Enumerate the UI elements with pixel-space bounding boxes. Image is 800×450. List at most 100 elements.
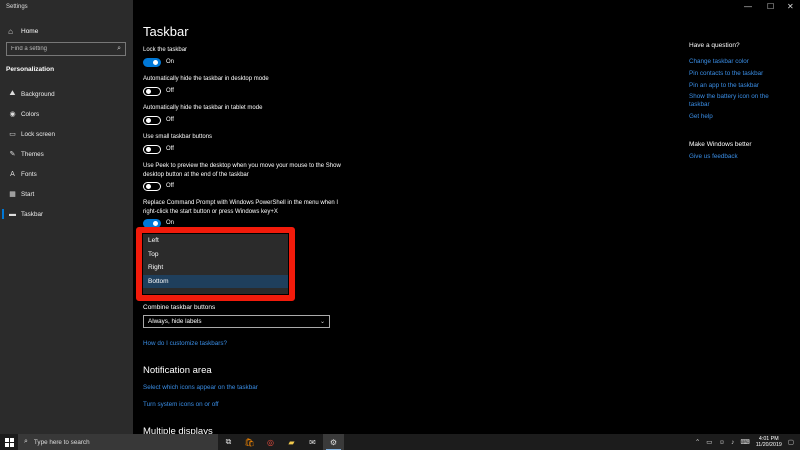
help-link-contacts[interactable]: Pin contacts to the taskbar [689, 70, 789, 78]
maximize-button[interactable]: ☐ [767, 2, 774, 11]
toggle-state: Off [166, 88, 174, 94]
file-explorer-button[interactable]: ▰ [281, 434, 302, 450]
page-title: Taskbar [143, 24, 189, 39]
sidebar-item-label: Taskbar [21, 210, 44, 218]
help-link-get-help[interactable]: Get help [689, 113, 789, 121]
system-icons-link[interactable]: Turn system icons on or off [143, 401, 219, 408]
autohide-tablet-toggle-row: Off [143, 115, 174, 125]
customize-taskbars-link[interactable]: How do I customize taskbars? [143, 340, 227, 347]
taskbar-search-text: Type here to search [33, 438, 90, 446]
taskbar-icon: ▬ [9, 210, 16, 218]
sidebar-item-taskbar[interactable]: ▬ Taskbar [0, 207, 133, 221]
setting-label: Automatically hide the taskbar in deskto… [143, 76, 269, 82]
home-icon: ⌂ [8, 26, 13, 36]
search-icon[interactable]: ⌕ [117, 45, 121, 53]
start-button[interactable] [0, 434, 18, 450]
gear-icon: ⚙ [329, 437, 338, 447]
autohide-tablet-toggle[interactable] [143, 115, 161, 125]
sidebar-item-label: Colors [21, 110, 40, 118]
autohide-desktop-toggle-row: Off [143, 86, 174, 96]
peek-toggle[interactable] [143, 181, 161, 191]
sidebar-item-label: Fonts [21, 170, 37, 178]
dropdown-option-left[interactable]: Left [143, 234, 288, 248]
dropdown-option-bottom[interactable]: Bottom [143, 274, 288, 288]
autohide-desktop-toggle[interactable] [143, 86, 161, 96]
keyboard-icon[interactable]: ⌨ [740, 438, 749, 446]
window-title: Settings [6, 4, 28, 10]
setting-label: Lock the taskbar [143, 47, 188, 53]
dropdown-option-right[interactable]: Right [143, 261, 288, 275]
clock-date: 11/20/2019 [755, 442, 782, 448]
search-icon: ⌕ [24, 438, 28, 445]
close-button[interactable]: ✕ [787, 2, 794, 11]
home-label: Home [21, 27, 39, 35]
mail-icon: ✉ [309, 437, 316, 447]
network-icon[interactable]: ▭ [706, 438, 712, 446]
mail-button[interactable]: ✉ [302, 434, 323, 450]
chevron-down-icon: ⌄ [319, 319, 325, 325]
select-icons-link[interactable]: Select which icons appear on the taskbar [143, 384, 258, 391]
feedback-link[interactable]: Give us feedback [689, 153, 789, 161]
combine-buttons-label: Combine taskbar buttons [143, 304, 216, 311]
help-link-battery[interactable]: Show the battery icon on the taskbar [689, 93, 789, 109]
help-link-color[interactable]: Change taskbar color [689, 58, 789, 66]
font-icon: A [10, 170, 15, 178]
sidebar-item-label: Lock screen [21, 130, 55, 138]
combine-buttons-dropdown[interactable]: Always, hide labels ⌄ [143, 315, 330, 328]
palette-icon: ◉ [9, 111, 16, 118]
help-heading: Have a question? [689, 42, 740, 49]
setting-label: Replace Command Prompt with Windows Powe… [143, 200, 339, 215]
notification-area-heading: Notification area [143, 365, 212, 376]
store-button[interactable]: 🛍 [239, 434, 260, 450]
people-icon[interactable]: ☺ [718, 439, 725, 446]
sidebar-item-themes[interactable]: ✎ Themes [0, 147, 133, 161]
system-tray: ⌃ ▭ ☺ ♪ ⌨ 4:01 PM 11/20/2019 ▢ [695, 434, 794, 450]
setting-label: Automatically hide the taskbar in tablet… [143, 105, 263, 111]
minimize-button[interactable]: — [744, 2, 752, 11]
volume-icon[interactable]: ♪ [731, 439, 734, 446]
toggle-state: Off [166, 183, 174, 189]
dropdown-option-top[interactable]: Top [143, 248, 288, 262]
toggle-state: On [166, 220, 175, 226]
sidebar: Settings ⌂ Home ⌕ Personalization ⛰ Back… [0, 0, 133, 434]
peek-toggle-row: Off [143, 181, 174, 191]
chevron-up-icon[interactable]: ⌃ [695, 438, 700, 446]
sidebar-item-label: Themes [21, 150, 44, 158]
lock-taskbar-toggle-row: On [143, 57, 174, 67]
sidebar-item-fonts[interactable]: A Fonts [0, 167, 133, 181]
toggle-state: On [166, 59, 175, 65]
windows-taskbar: ⌕ Type here to search ⧉ 🛍 ◎ ▰ ✉ ⚙ ⌃ ▭ ☺ … [0, 434, 800, 450]
setting-label: Use small taskbar buttons [143, 134, 213, 140]
settings-search-box[interactable]: ⌕ [6, 42, 126, 56]
sidebar-item-label: Background [21, 90, 55, 98]
settings-search-input[interactable] [11, 46, 118, 52]
taskbar-location-dropdown[interactable]: Left Top Right Bottom [143, 234, 288, 294]
home-nav-item[interactable]: ⌂ Home [6, 25, 38, 37]
sidebar-item-colors[interactable]: ◉ Colors [0, 107, 133, 121]
settings-taskbar-button[interactable]: ⚙ [323, 434, 344, 450]
store-icon: 🛍 [244, 437, 255, 447]
sidebar-item-lock-screen[interactable]: ▭ Lock screen [0, 127, 133, 141]
toggle-state: Off [166, 117, 174, 123]
folder-icon: ▰ [288, 437, 295, 447]
windows-logo-icon [4, 437, 14, 447]
task-view-icon: ⧉ [225, 437, 232, 446]
picture-icon: ⛰ [9, 90, 16, 97]
task-view-button[interactable]: ⧉ [218, 434, 239, 450]
start-icon: ▦ [9, 191, 16, 198]
monitor-icon: ▭ [9, 131, 16, 138]
help-link-pin-app[interactable]: Pin an app to the taskbar [689, 82, 789, 90]
taskbar-search-box[interactable]: ⌕ Type here to search [18, 434, 218, 450]
notification-icon[interactable]: ▢ [788, 438, 794, 446]
lock-taskbar-toggle[interactable] [143, 57, 161, 67]
sidebar-item-label: Start [21, 190, 35, 198]
sidebar-item-background[interactable]: ⛰ Background [0, 87, 133, 101]
taskbar-clock[interactable]: 4:01 PM 11/20/2019 [756, 436, 782, 448]
selection-indicator [2, 209, 4, 219]
chrome-button[interactable]: ◎ [260, 434, 281, 450]
toggle-state: Off [166, 146, 174, 152]
brush-icon: ✎ [9, 151, 16, 158]
small-buttons-toggle[interactable] [143, 144, 161, 154]
sidebar-item-start[interactable]: ▦ Start [0, 187, 133, 201]
small-buttons-toggle-row: Off [143, 144, 174, 154]
